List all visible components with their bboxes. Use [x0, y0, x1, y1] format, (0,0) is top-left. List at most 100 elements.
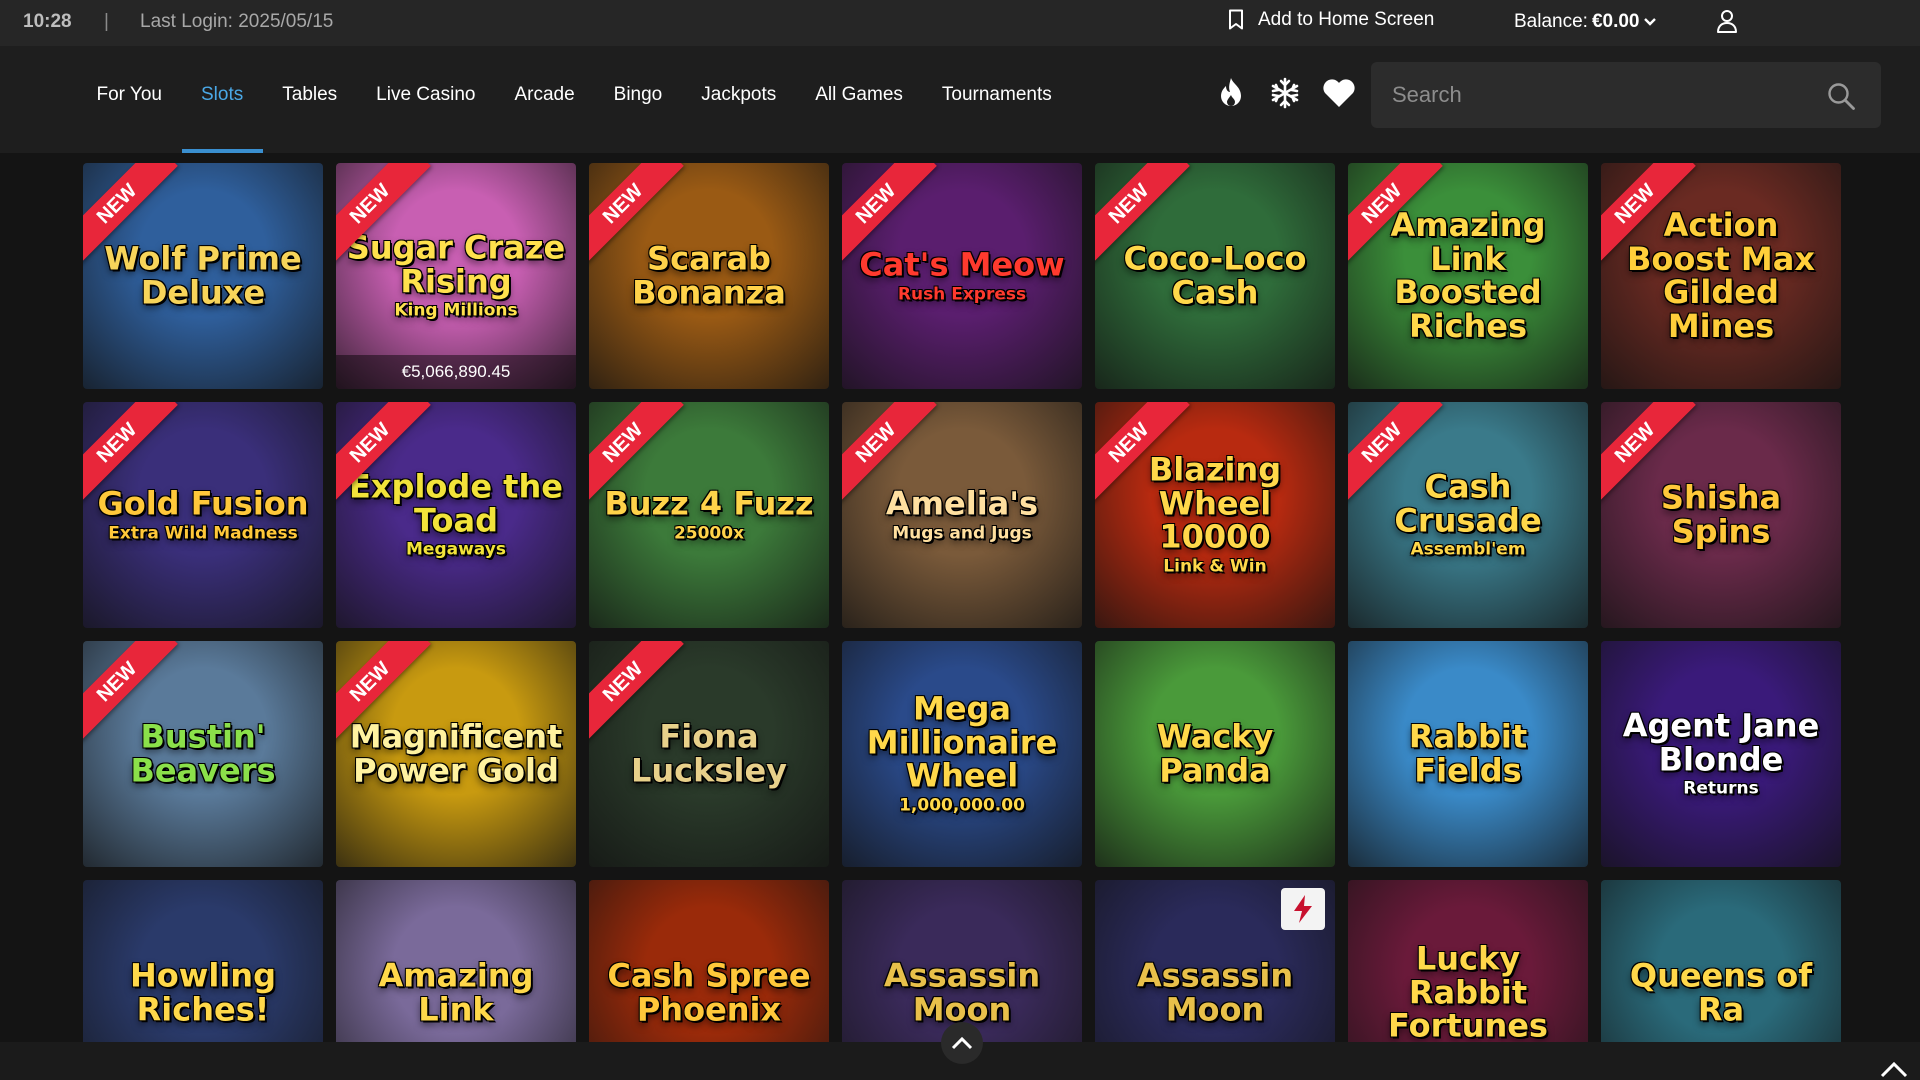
clock-time: 10:28 — [23, 11, 72, 32]
search-button[interactable] — [1827, 82, 1855, 115]
balance-dropdown[interactable]: Balance: €0.00 — [1514, 11, 1656, 33]
game-title-text: Bustin' Beavers — [130, 717, 276, 789]
game-title: Assassin Moon — [850, 959, 1074, 1026]
game-tile[interactable]: Amazing Link Boosted Riches NEW — [1348, 163, 1588, 389]
game-title: Cash Spree Phoenix — [597, 959, 821, 1026]
tab-jackpots[interactable]: Jackpots — [682, 46, 796, 153]
game-title-text: Blazing Wheel 10000 — [1148, 450, 1282, 556]
game-title-text: Sugar Craze Rising — [346, 228, 566, 301]
game-tile[interactable]: Gold Fusion Extra Wild Madness NEW — [83, 402, 323, 628]
game-title-text: Shisha Spins — [1660, 478, 1782, 550]
game-tile[interactable]: Bustin' Beavers NEW — [83, 641, 323, 867]
user-account-button[interactable] — [1715, 8, 1739, 40]
game-title-text: Mega Millionaire Wheel — [866, 689, 1058, 795]
balance-value: €0.00 — [1591, 11, 1640, 32]
game-tile[interactable]: Fiona Lucksley NEW — [589, 641, 829, 867]
bookmark-icon — [1229, 9, 1243, 30]
game-subtitle: Link & Win — [1163, 556, 1267, 577]
game-tile[interactable]: Wolf Prime Deluxe NEW — [83, 163, 323, 389]
game-title-text: Howling Riches! — [130, 956, 276, 1028]
game-tile[interactable]: Agent Jane Blonde Returns — [1601, 641, 1841, 867]
game-title-text: Cat's Meow — [859, 245, 1065, 284]
game-tile[interactable]: Blazing Wheel 10000 Link & Win NEW — [1095, 402, 1335, 628]
tab-tables[interactable]: Tables — [263, 46, 357, 153]
game-title: Action Boost Max Gilded Mines — [1609, 205, 1833, 345]
game-tile[interactable]: Cat's Meow Rush Express NEW — [842, 163, 1082, 389]
game-tile[interactable]: Amelia's Mugs and Jugs NEW — [842, 402, 1082, 628]
game-title: Cash Crusade Assembl'em — [1356, 470, 1580, 559]
game-title-text: Amazing Link Boosted Riches — [1390, 205, 1546, 345]
chevron-up-icon — [1880, 1061, 1908, 1078]
game-subtitle: Megaways — [406, 539, 506, 560]
game-title-text: Queens of Ra — [1629, 956, 1813, 1028]
cold-games-button[interactable] — [1268, 76, 1302, 110]
game-tile[interactable]: Sugar Craze Rising King Millions NEW €5,066… — [336, 163, 576, 389]
lightning-icon — [1281, 888, 1325, 930]
game-title-text: Assassin Moon — [883, 956, 1041, 1028]
game-title: Assassin Moon — [1103, 959, 1327, 1026]
game-title: Shisha Spins — [1609, 481, 1833, 548]
game-title: Howling Riches! — [91, 959, 315, 1026]
game-title: Explode the Toad Megaways — [344, 470, 568, 559]
tab-bingo[interactable]: Bingo — [594, 46, 682, 153]
game-title-text: Magnificent Power Gold — [349, 717, 563, 789]
game-subtitle: King Millions — [394, 300, 518, 321]
add-to-home-screen-button[interactable]: Add to Home Screen — [1228, 9, 1434, 31]
game-tile[interactable]: Explode the Toad Megaways NEW — [336, 402, 576, 628]
game-title: Agent Jane Blonde Returns — [1609, 709, 1833, 798]
game-tile[interactable]: Buzz 4 Fuzz 25000x NEW — [589, 402, 829, 628]
tab-arcade[interactable]: Arcade — [495, 46, 594, 153]
tab-live-casino[interactable]: Live Casino — [357, 46, 495, 153]
game-subtitle: Rush Express — [897, 283, 1027, 304]
game-tile[interactable]: Mega Millionaire Wheel 1,000,000.00 — [842, 641, 1082, 867]
game-tile[interactable]: Action Boost Max Gilded Mines NEW — [1601, 163, 1841, 389]
game-title-text: Explode the Toad — [349, 467, 563, 540]
tab-for-you[interactable]: For You — [77, 46, 182, 153]
game-title-text: Amazing Link — [378, 956, 534, 1028]
search-input[interactable] — [1371, 62, 1811, 128]
game-title-text: Action Boost Max Gilded Mines — [1627, 205, 1815, 345]
game-subtitle: Extra Wild Madness — [108, 522, 298, 543]
flame-icon — [1221, 78, 1241, 106]
scroll-to-top-button[interactable] — [941, 1022, 983, 1064]
game-title-text: Wolf Prime Deluxe — [104, 239, 302, 311]
game-title: Magnificent Power Gold — [344, 720, 568, 787]
game-title: Lucky Rabbit Fortunes — [1356, 939, 1580, 1045]
game-tile[interactable]: Rabbit Fields — [1348, 641, 1588, 867]
game-title: Wolf Prime Deluxe — [91, 242, 315, 309]
game-title: Cat's Meow Rush Express — [850, 245, 1074, 304]
game-tile[interactable]: Scarab Bonanza NEW — [589, 163, 829, 389]
quick-filter-icons — [1214, 76, 1356, 110]
add-to-home-screen-label: Add to Home Screen — [1258, 9, 1435, 30]
tab-tournaments[interactable]: Tournaments — [922, 46, 1071, 153]
game-tile[interactable]: Wacky Panda — [1095, 641, 1335, 867]
snowflake-icon — [1271, 77, 1299, 109]
game-title-text: Wacky Panda — [1156, 717, 1274, 789]
game-title-text: Agent Jane Blonde — [1622, 706, 1820, 779]
hot-games-button[interactable] — [1214, 76, 1248, 110]
user-icon — [1717, 10, 1737, 33]
game-title: Wacky Panda — [1103, 720, 1327, 787]
game-tile[interactable]: Shisha Spins NEW — [1601, 402, 1841, 628]
game-title: Gold Fusion Extra Wild Madness — [91, 484, 315, 543]
game-title-text: Gold Fusion — [97, 484, 309, 523]
favourites-button[interactable] — [1322, 76, 1356, 110]
game-title: Buzz 4 Fuzz 25000x — [597, 486, 821, 542]
game-subtitle: Mugs and Jugs — [892, 522, 1032, 543]
game-title-text: Cash Crusade — [1394, 467, 1542, 540]
game-subtitle: Assembl'em — [1410, 539, 1526, 560]
separator: | — [104, 11, 109, 32]
game-tile[interactable]: Cash Crusade Assembl'em NEW — [1348, 402, 1588, 628]
tab-slots[interactable]: Slots — [181, 46, 264, 153]
search-box — [1371, 62, 1881, 128]
game-title: Queens of Ra — [1609, 959, 1833, 1026]
game-title-text: Lucky Rabbit Fortunes — [1388, 939, 1548, 1045]
top-status-bar: 10:28 | Last Login: 2025/05/15 Add to Ho… — [0, 0, 1920, 46]
game-tile[interactable]: Coco-Loco Cash NEW — [1095, 163, 1335, 389]
tab-all-games[interactable]: All Games — [796, 46, 923, 153]
corner-scroll-button[interactable] — [1880, 1060, 1908, 1080]
game-tile[interactable]: Magnificent Power Gold NEW — [336, 641, 576, 867]
game-subtitle: 1,000,000.00 — [899, 795, 1025, 816]
game-title-text: Assassin Moon — [1136, 956, 1294, 1028]
game-title: Scarab Bonanza — [597, 242, 821, 309]
